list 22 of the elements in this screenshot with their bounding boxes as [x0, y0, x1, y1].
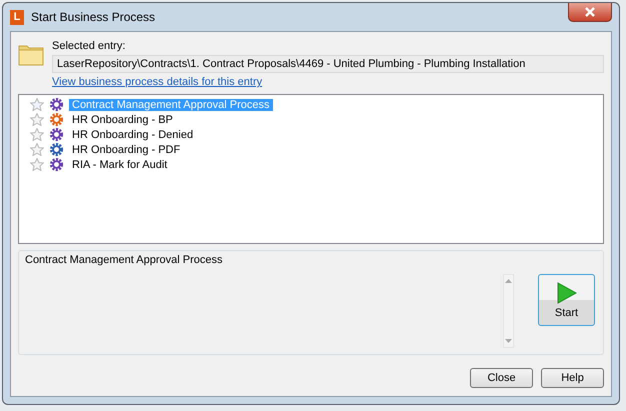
process-item[interactable]: HR Onboarding - Denied [69, 128, 196, 140]
star-icon[interactable] [30, 143, 44, 156]
play-icon [556, 282, 576, 304]
process-item[interactable]: HR Onboarding - BP [69, 114, 176, 126]
close-icon [584, 7, 596, 17]
scroll-bar[interactable] [503, 274, 514, 348]
window-title: Start Business Process [31, 10, 156, 24]
help-button[interactable]: Help [541, 368, 604, 388]
app-logo-icon: L [10, 10, 24, 24]
details-link[interactable]: View business process details for this entry [52, 76, 262, 88]
star-icon[interactable] [30, 113, 44, 126]
star-icon[interactable] [30, 128, 44, 141]
start-button[interactable]: Start [538, 274, 595, 326]
process-item[interactable]: RIA - Mark for Audit [69, 158, 170, 170]
star-icon[interactable] [30, 158, 44, 171]
process-item[interactable]: HR Onboarding - PDF [69, 144, 184, 156]
selected-entry-label: Selected entry: [52, 40, 126, 52]
panel-title: Contract Management Approval Process [25, 254, 224, 266]
close-button[interactable] [568, 3, 612, 22]
close-dialog-button[interactable]: Close [470, 368, 533, 388]
star-icon[interactable] [30, 98, 44, 111]
entry-path-field: LaserRepository\Contracts\1. Contract Proposals\4469 - United Plumbing - Plumbing Installation [52, 55, 604, 73]
